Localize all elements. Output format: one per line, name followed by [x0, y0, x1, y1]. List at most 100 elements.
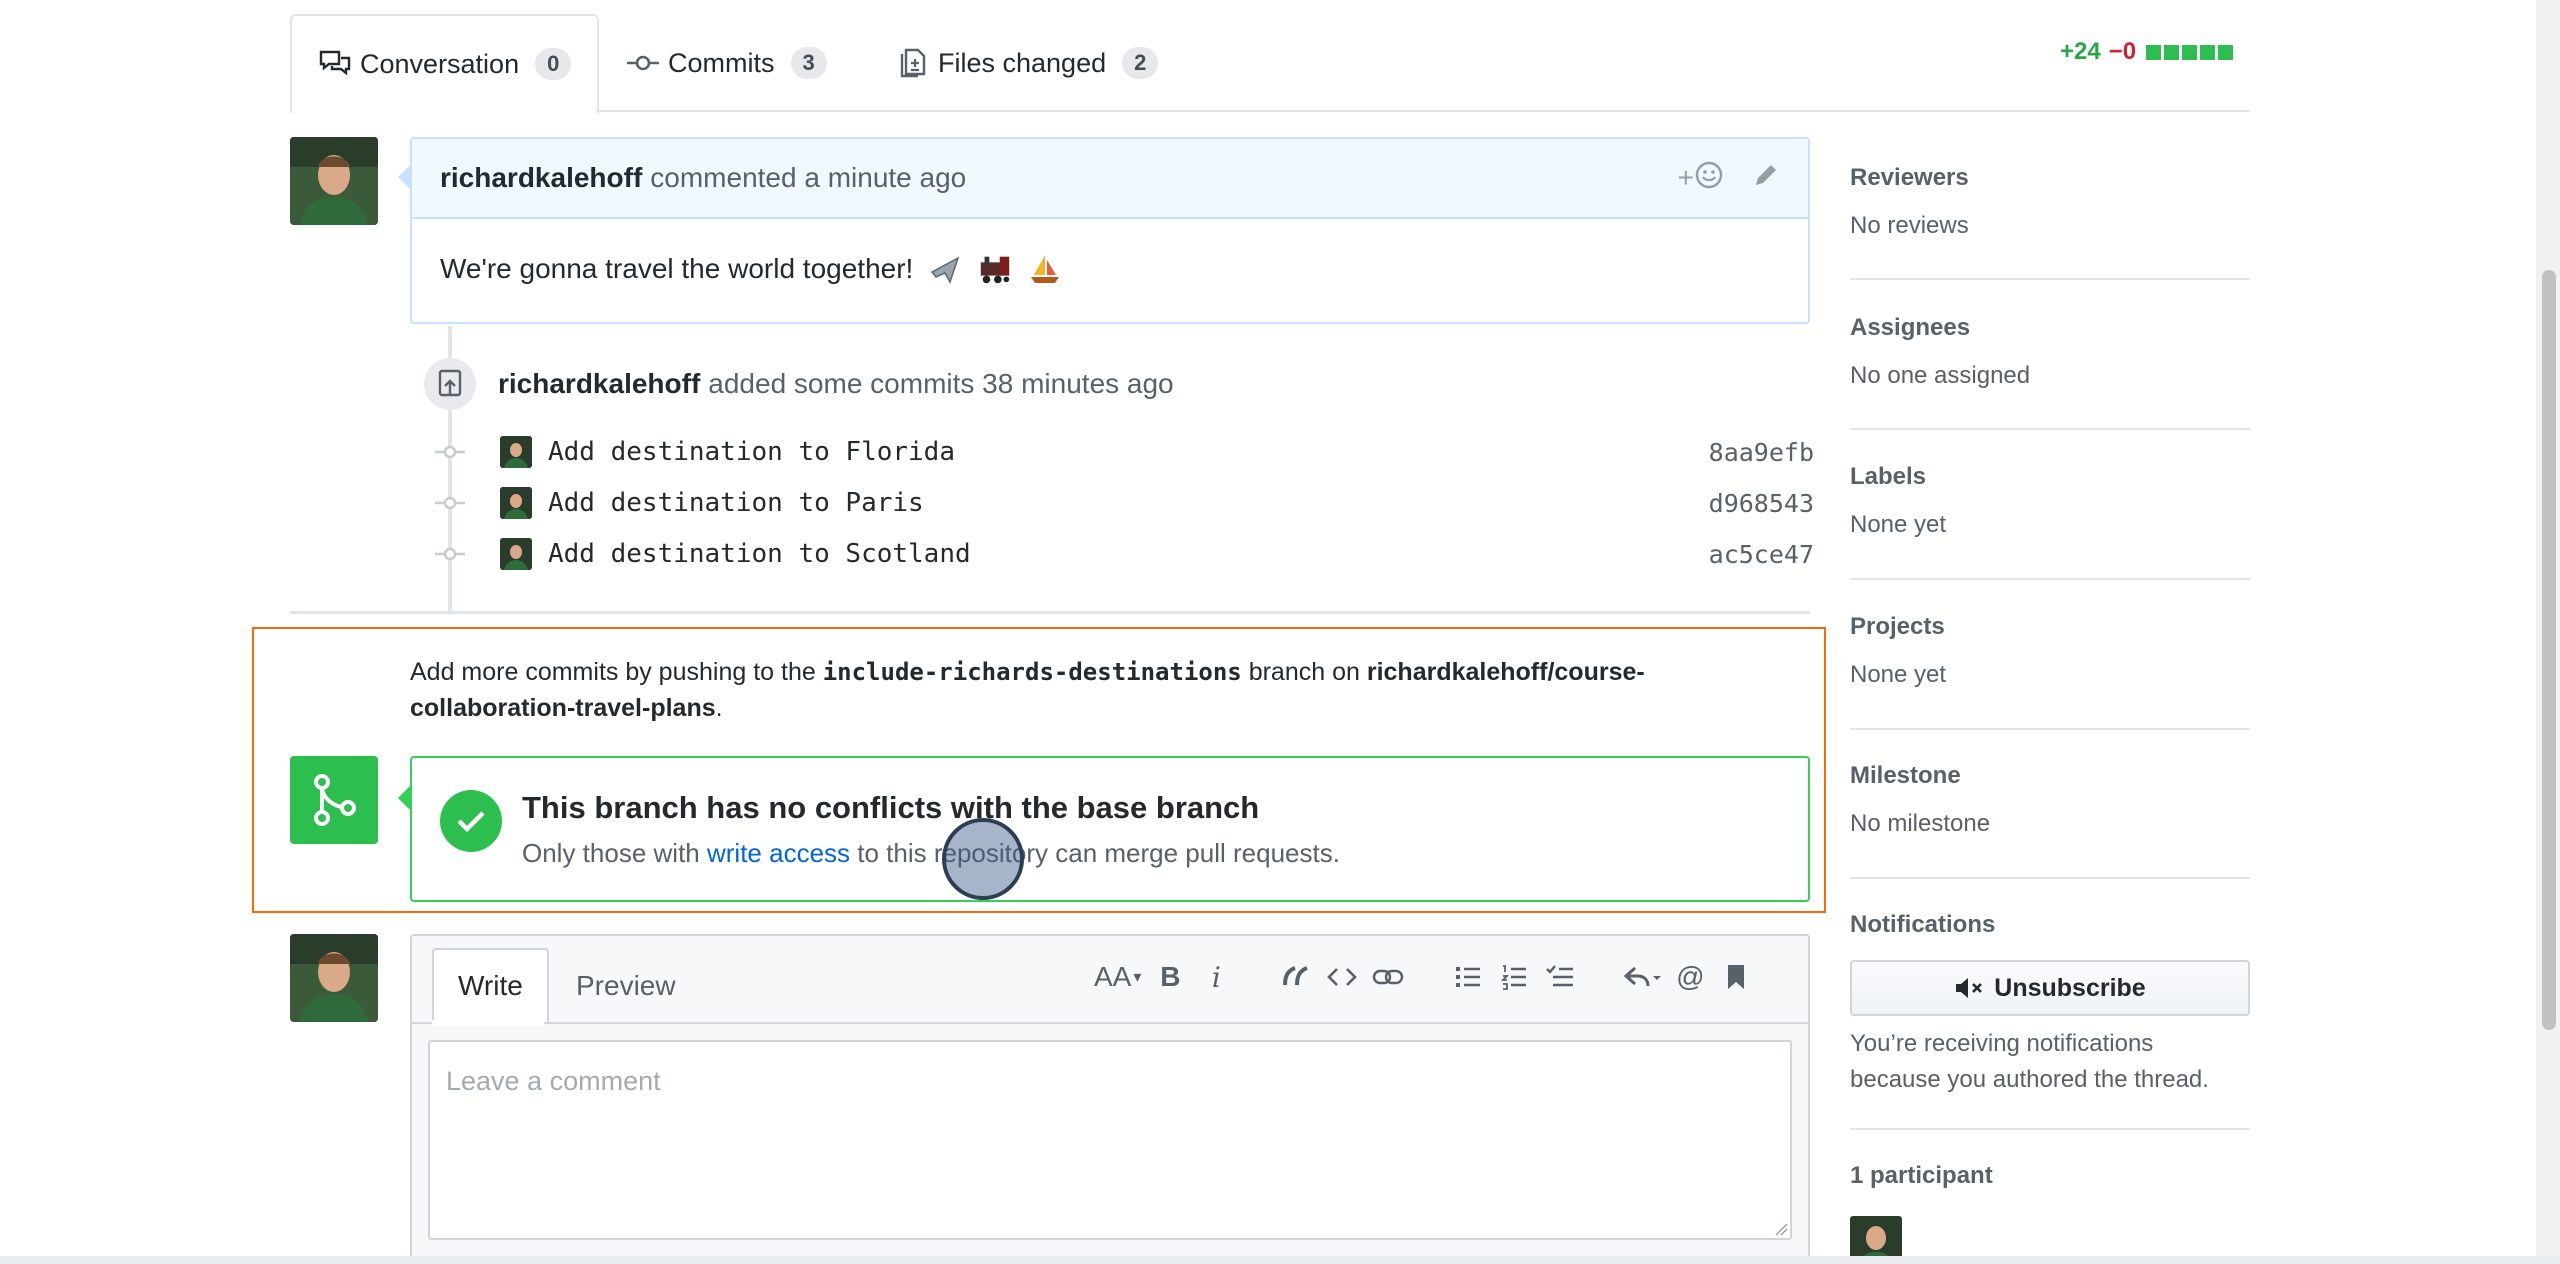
commit-sha[interactable]: d968543 [1709, 489, 1814, 518]
milestone-value: No milestone [1850, 810, 1991, 837]
assignees-value: No one assigned [1850, 362, 2031, 389]
sidebar-divider [1850, 1128, 2250, 1130]
repo-push-icon [424, 358, 476, 410]
commit-message[interactable]: Add destination to Florida [548, 437, 1709, 467]
branch-name: include-richards-destinations [822, 658, 1242, 686]
write-access-link[interactable]: write access [707, 838, 850, 868]
commit-row: Add destination to Scotland ac5ce47 [424, 529, 1814, 579]
git-commit-icon [626, 48, 660, 78]
commit-avatar[interactable] [500, 538, 532, 570]
tab-write[interactable]: Write [432, 948, 549, 1024]
labels-value: None yet [1850, 511, 1947, 538]
link-icon[interactable] [1371, 955, 1405, 999]
unordered-list-icon[interactable] [1451, 955, 1485, 999]
mouse-cursor-indicator [942, 818, 1024, 900]
reviewers-heading[interactable]: Reviewers [1850, 164, 2250, 192]
tab-commits[interactable]: Commits 3 [600, 14, 853, 112]
assignees-heading[interactable]: Assignees [1850, 314, 2250, 342]
tab-files-changed[interactable]: Files changed 2 [870, 14, 1184, 112]
diffstat-additions: +24 [2060, 38, 2101, 65]
tab-counter: 0 [535, 48, 572, 80]
airplane-emoji [927, 251, 963, 287]
scrollbar-thumb[interactable] [2542, 270, 2556, 1030]
sidebar-divider [1850, 728, 2250, 730]
sidebar-assignees: Assignees No one assigned [1850, 314, 2250, 390]
sidebar-reviewers: Reviewers No reviews [1850, 164, 2250, 240]
participant-avatar[interactable] [1850, 1216, 1902, 1260]
reply-icon[interactable] [1623, 955, 1662, 999]
add-reaction-button[interactable]: + [1678, 160, 1724, 197]
merge-pointer [398, 786, 410, 810]
diffstat: +24 −0 [2060, 38, 2236, 66]
labels-heading[interactable]: Labels [1850, 463, 2250, 491]
push-note-prefix: Add more commits by pushing to the [410, 658, 816, 686]
commit-avatar[interactable] [500, 487, 532, 519]
comment-box: richardkalehoff commented a minute ago +… [410, 137, 1810, 324]
repo-name-part1: richardkalehoff/course- [1366, 658, 1645, 686]
notification-reason: You’re receiving notifications because y… [1850, 1026, 2250, 1098]
commit-row: Add destination to Florida 8aa9efb [424, 427, 1814, 477]
quote-icon[interactable] [1279, 955, 1313, 999]
steam-locomotive-emoji [977, 251, 1013, 287]
participants-heading: 1 participant [1850, 1162, 1993, 1189]
avatar[interactable] [290, 934, 378, 1022]
commit-sha[interactable]: ac5ce47 [1709, 540, 1814, 569]
mute-icon [1954, 976, 1984, 1000]
push-note-suffix: . [715, 694, 723, 722]
reviewers-value: No reviews [1850, 212, 1969, 239]
sidebar-milestone: Milestone No milestone [1850, 762, 2250, 838]
editor-tab-border [410, 1022, 1810, 1024]
tab-label: Files changed [938, 47, 1107, 78]
milestone-heading[interactable]: Milestone [1850, 762, 2250, 790]
pr-tabs: Conversation 0 Commits 3 Files changed 2 [290, 14, 2250, 114]
bookmark-icon[interactable] [1719, 955, 1753, 999]
commit-message[interactable]: Add destination to Paris [548, 488, 1709, 518]
comment-timestamp[interactable]: commented a minute ago [650, 162, 966, 194]
unsubscribe-label: Unsubscribe [1994, 973, 2146, 1002]
pencil-icon[interactable] [1752, 161, 1780, 196]
notification-reason-line1: You’re receiving notifications [1850, 1030, 2154, 1057]
tab-label: Conversation [360, 48, 520, 79]
merge-status-title: This branch has no conflicts with the ba… [522, 790, 1260, 825]
unsubscribe-button[interactable]: Unsubscribe [1850, 960, 2250, 1016]
commits-event-text: added some commits 38 minutes ago [708, 368, 1174, 399]
tab-counter: 3 [790, 47, 827, 79]
projects-heading[interactable]: Projects [1850, 613, 2250, 641]
merge-sub-suffix: to this repository can merge pull reques… [857, 838, 1340, 868]
tab-conversation[interactable]: Conversation 0 [290, 14, 600, 114]
sidebar-divider [1850, 428, 2250, 430]
comment-author[interactable]: richardkalehoff [440, 162, 642, 194]
caret-down-icon: ▾ [1133, 969, 1142, 986]
markdown-toolbar: AA ▾ B i @ [1094, 955, 1765, 999]
commit-message[interactable]: Add destination to Scotland [548, 539, 1709, 569]
tab-preview[interactable]: Preview [552, 948, 700, 1024]
italic-button[interactable]: i [1199, 955, 1233, 999]
commit-avatar[interactable] [500, 436, 532, 468]
mention-button[interactable]: @ [1673, 955, 1707, 999]
comment-text: We're gonna travel the world together! [440, 253, 914, 284]
bottom-strip [0, 1256, 2560, 1264]
diffstat-blocks [2146, 44, 2236, 60]
notification-reason-line2: because you authored the thread. [1850, 1066, 2209, 1093]
sidebar-divider [1850, 278, 2250, 280]
push-note-middle: branch on [1248, 658, 1360, 686]
sidebar-participants: 1 participant [1850, 1162, 2250, 1190]
timeline-divider [290, 611, 1810, 614]
avatar[interactable] [290, 137, 378, 225]
commit-row: Add destination to Paris d968543 [424, 478, 1814, 528]
ordered-list-icon[interactable] [1497, 955, 1531, 999]
code-icon[interactable] [1325, 955, 1359, 999]
sidebar-notifications: Notifications [1850, 911, 2250, 939]
check-icon [440, 790, 502, 852]
git-commit-icon [424, 445, 476, 459]
resize-handle-icon[interactable] [1774, 1222, 1788, 1241]
bold-button[interactable]: B [1153, 955, 1187, 999]
sidebar-divider [1850, 877, 2250, 879]
commit-sha[interactable]: 8aa9efb [1709, 438, 1814, 467]
smiley-icon [1694, 160, 1724, 197]
commits-event-author[interactable]: richardkalehoff [498, 368, 700, 400]
sidebar-divider [1850, 578, 2250, 580]
task-list-icon[interactable] [1543, 955, 1577, 999]
comment-textarea[interactable]: Leave a comment [428, 1040, 1792, 1240]
heading-button[interactable]: AA ▾ [1094, 955, 1141, 999]
